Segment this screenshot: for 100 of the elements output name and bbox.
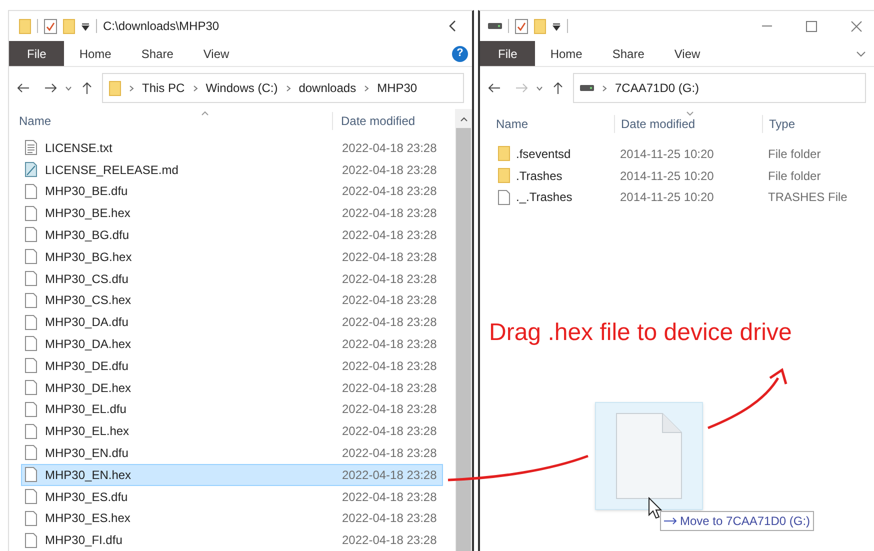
- file-name: MHP30_CS.hex: [44, 292, 132, 310]
- date-cell-text: 2022-04-18 23:28: [342, 488, 437, 506]
- file-row[interactable]: .fseventsd 2014-11-25 10:20 File folder: [498, 143, 856, 165]
- file-row[interactable]: MHP30_DA.hex 2022-04-18 23:28: [21, 333, 443, 355]
- file-row[interactable]: MHP30_BE.dfu 2022-04-18 23:28: [21, 180, 443, 202]
- maximize-icon[interactable]: [806, 20, 817, 32]
- file-name: MHP30_BE.dfu: [44, 183, 129, 200]
- document-icon: [25, 162, 37, 178]
- chevron-right-icon: [286, 84, 291, 92]
- breadcrumb-item[interactable]: 7CAA71D0 (G:): [615, 79, 700, 97]
- folder-icon: [498, 146, 510, 162]
- file-row[interactable]: MHP30_ES.hex 2022-04-18 23:28: [21, 507, 443, 530]
- file-row[interactable]: MHP30_EN.dfu 2022-04-18 23:28: [21, 442, 443, 464]
- file-row[interactable]: MHP30_DE.hex 2022-04-18 23:28: [21, 376, 443, 398]
- ribbon-tab[interactable]: View: [188, 41, 244, 66]
- checklist-icon[interactable]: [44, 18, 57, 34]
- file-icon: [25, 445, 37, 460]
- file-row[interactable]: MHP30_DA.dfu 2022-04-18 23:28: [21, 311, 443, 334]
- up-arrow-icon[interactable]: [82, 82, 92, 94]
- recent-dropdown-icon[interactable]: [65, 86, 72, 90]
- file-row[interactable]: MHP30_CS.hex 2022-04-18 23:28: [21, 289, 443, 312]
- drive-icon: [580, 84, 594, 92]
- address-bar[interactable]: This PC Windows (C:) downloads MHP30: [102, 73, 464, 103]
- back-arrow-icon[interactable]: [17, 83, 30, 93]
- breadcrumb-item[interactable]: downloads: [298, 79, 356, 97]
- ribbon-tab[interactable]: Share: [126, 41, 188, 66]
- help-icon[interactable]: ?: [452, 46, 468, 62]
- up-arrow-icon[interactable]: [553, 82, 563, 94]
- chevron-right-icon: [129, 84, 134, 92]
- file-name: MHP30_BG.dfu: [44, 226, 130, 244]
- file-tab[interactable]: File: [9, 41, 64, 66]
- breadcrumb-item[interactable]: This PC: [142, 79, 185, 97]
- arrow-right-icon: [664, 517, 678, 525]
- column-header[interactable]: Date modified: [614, 115, 762, 133]
- back-arrow-icon[interactable]: [488, 83, 501, 93]
- file-row[interactable]: MHP30_EL.dfu 2022-04-18 23:28: [21, 398, 443, 420]
- date-cell-text: 2022-04-18 23:28: [342, 466, 437, 484]
- customize-icon[interactable]: [552, 22, 561, 30]
- address-bar[interactable]: 7CAA71D0 (G:): [573, 73, 866, 103]
- file-name: LICENSE_RELEASE.md: [44, 162, 180, 179]
- file-row[interactable]: MHP30_DE.dfu 2022-04-18 23:28: [21, 354, 443, 377]
- file-row[interactable]: MHP30_ES.dfu 2022-04-18 23:28: [21, 486, 443, 508]
- date-cell-text: 2022-04-18 23:28: [342, 423, 437, 440]
- file-row[interactable]: MHP30_CS.dfu 2022-04-18 23:28: [21, 268, 443, 290]
- scrollbar[interactable]: [455, 109, 472, 551]
- file-icon: [498, 190, 510, 205]
- sort-caret-icon: [686, 111, 694, 116]
- file-name: MHP30_BG.hex: [44, 248, 133, 266]
- file-row[interactable]: MHP30_BE.hex 2022-04-18 23:28: [21, 202, 443, 224]
- type-cell-text: File folder: [768, 168, 821, 185]
- ribbon-tab[interactable]: Share: [597, 41, 660, 66]
- date-cell-text: 2014-11-25 10:20: [620, 168, 715, 185]
- checklist-icon[interactable]: [515, 18, 528, 34]
- customize-icon[interactable]: [81, 22, 90, 30]
- close-icon[interactable]: [851, 20, 862, 32]
- chevron-left-icon[interactable]: [448, 20, 456, 32]
- file-row[interactable]: MHP30_BG.hex 2022-04-18 23:28: [21, 246, 443, 268]
- type-cell-text: TRASHES File: [768, 189, 848, 206]
- breadcrumb-item[interactable]: Windows (C:): [206, 79, 278, 97]
- file-icon: [25, 292, 37, 308]
- file-icon: [25, 206, 37, 221]
- ribbon-tab[interactable]: View: [659, 41, 716, 66]
- type-cell-text: File folder: [768, 146, 821, 163]
- chevron-right-icon: [602, 84, 607, 92]
- forward-arrow-icon[interactable]: [44, 83, 57, 93]
- file-row[interactable]: MHP30_EL.hex 2022-04-18 23:28: [21, 420, 443, 442]
- file-icon: [25, 249, 37, 264]
- ribbon-tab[interactable]: Home: [535, 41, 598, 66]
- file-name: MHP30_EL.dfu: [44, 401, 128, 418]
- chevron-right-icon: [192, 84, 198, 92]
- chevron-down-icon[interactable]: [856, 50, 866, 56]
- file-row[interactable]: LICENSE_RELEASE.md 2022-04-18 23:28: [21, 158, 443, 180]
- recent-dropdown-icon[interactable]: [536, 86, 543, 90]
- date-cell-text: 2022-04-18 23:28: [342, 380, 437, 397]
- file-icon: [25, 380, 37, 396]
- file-row[interactable]: LICENSE.txt 2022-04-18 23:28: [21, 136, 443, 159]
- column-header[interactable]: Name: [9, 112, 332, 130]
- date-cell-text: 2022-04-18 23:28: [342, 183, 437, 200]
- date-cell-text: 2022-04-18 23:28: [342, 292, 437, 310]
- breadcrumb-item[interactable]: MHP30: [377, 79, 418, 97]
- date-cell-text: 2014-11-25 10:20: [620, 189, 715, 206]
- column-header[interactable]: Name: [480, 115, 614, 133]
- file-row[interactable]: MHP30_EN.hex 2022-04-18 23:28: [21, 464, 443, 486]
- file-row[interactable]: .Trashes 2014-11-25 10:20 File folder: [498, 164, 856, 187]
- ribbon-tab[interactable]: Home: [64, 41, 126, 66]
- date-cell-text: 2022-04-18 23:28: [342, 532, 437, 550]
- file-row[interactable]: ._.Trashes 2014-11-25 10:20 TRASHES File: [498, 186, 856, 208]
- file-tab[interactable]: File: [480, 41, 536, 66]
- minimize-icon[interactable]: [762, 25, 772, 27]
- file-icon: [25, 227, 37, 242]
- file-row[interactable]: MHP30_BG.dfu 2022-04-18 23:28: [21, 224, 443, 246]
- file-name: MHP30_DE.hex: [44, 380, 132, 397]
- file-icon: [25, 184, 37, 199]
- scroll-up-icon[interactable]: [460, 117, 468, 122]
- date-cell-text: 2022-04-18 23:28: [342, 162, 437, 179]
- file-icon: [25, 358, 37, 374]
- column-header[interactable]: Type: [762, 115, 874, 133]
- file-name: ._.Trashes: [515, 189, 574, 206]
- file-icon: [25, 336, 37, 352]
- file-row[interactable]: MHP30_FI.dfu 2022-04-18 23:28: [21, 529, 443, 551]
